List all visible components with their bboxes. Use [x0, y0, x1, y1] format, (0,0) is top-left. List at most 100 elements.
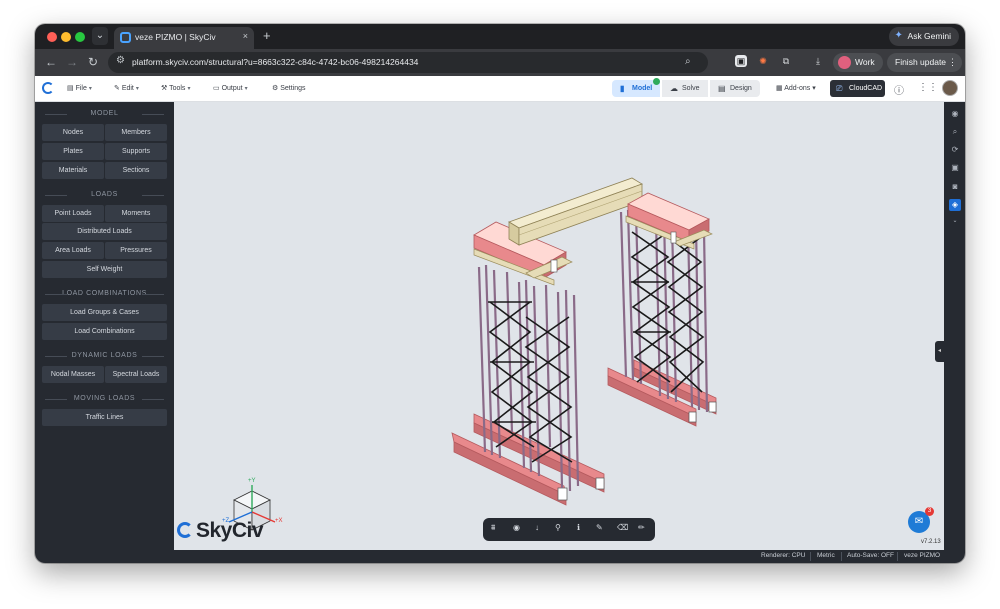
profile-label: Work [855, 57, 875, 67]
tab-search-chevron-icon[interactable]: ⌄ [92, 27, 108, 45]
self-weight-button[interactable]: Self Weight [42, 261, 167, 278]
section-dynamic-loads: DYNAMIC LOADS [35, 352, 174, 359]
skyciv-favicon-icon [120, 32, 131, 43]
menu-tools[interactable]: ⚒ Tools ▾ [161, 84, 190, 92]
extension-2-icon[interactable]: ✺ [757, 55, 769, 67]
url-text[interactable]: platform.skyciv.com/structural?u=8663c32… [132, 57, 418, 67]
skyciv-logo-icon[interactable] [42, 82, 54, 94]
project-name: veze PIZMO [904, 552, 941, 559]
pressures-button[interactable]: Pressures [105, 242, 167, 259]
units-status[interactable]: Metric [817, 552, 835, 559]
model-viewport[interactable]: +Y +X +Z SkyCiv ⩩ ◉ ↓ ⚲ ℹ ✎ ⌫ ✏ ✉ 3 ◂ v7… [174, 102, 944, 550]
left-footings [451, 413, 605, 506]
addons-label: Add-ons [784, 85, 811, 92]
gemini-sparkle-icon: ✦ [894, 30, 903, 41]
load-groups-button[interactable]: Load Groups & Cases [42, 304, 167, 321]
pin-icon[interactable]: ⚲ [555, 523, 561, 532]
cloudcad-button[interactable]: ⎚ CloudCAD [830, 80, 885, 97]
arrow-left-icon[interactable]: ← [45, 55, 57, 69]
tab-model[interactable]: ▮ Model [612, 78, 660, 97]
menu-edit[interactable]: ✎ Edit ▾ [114, 84, 139, 92]
chat-icon: ✉ [914, 516, 924, 527]
nodes-button[interactable]: Nodes [42, 124, 104, 141]
sections-button[interactable]: Sections [105, 162, 167, 179]
eraser-icon[interactable]: ⌫ [617, 523, 628, 532]
members-button[interactable]: Members [105, 124, 167, 141]
site-settings-icon[interactable]: ⚙ [116, 55, 125, 66]
load-combinations-button[interactable]: Load Combinations [42, 323, 167, 340]
cube-view-icon[interactable]: ◈ [949, 199, 961, 211]
skyciv-logo-mark-icon [177, 522, 193, 538]
axis-x-label: +X [275, 518, 283, 524]
arrow-right-icon[interactable]: → [66, 55, 78, 69]
collapse-panel-tab[interactable]: ◂ [935, 341, 944, 362]
minimize-window-button[interactable] [61, 32, 71, 42]
status-divider [897, 552, 898, 561]
chat-button[interactable]: ✉ 3 [908, 507, 934, 533]
status-bar: Renderer: CPU Metric Auto-Save: OFF veze… [35, 550, 965, 563]
plates-button[interactable]: Plates [42, 143, 104, 160]
user-avatar[interactable] [942, 80, 958, 96]
reload-icon[interactable]: ↻ [88, 55, 98, 69]
right-cap-beams [625, 192, 713, 250]
renderer-status: Renderer: CPU [761, 552, 806, 559]
browser-tab[interactable]: veze PIZMO | SkyCiv × [114, 27, 254, 49]
cloudcad-label: CloudCAD [849, 85, 883, 92]
puzzle-icon[interactable]: ⧉ [780, 55, 792, 67]
left-panel: MODEL Nodes Members Plates Supports Mate… [35, 102, 174, 550]
structure-view-icon[interactable]: ⩩ [491, 523, 495, 533]
version-label: v7.2.13 [921, 539, 941, 545]
menu-output[interactable]: ▭ Output ▾ [213, 84, 248, 92]
finish-update-button[interactable]: Finish update ⋮ [887, 53, 963, 72]
tab-model-label: Model [632, 85, 653, 92]
screenshot-icon[interactable]: ◙ [949, 181, 961, 193]
supports-button[interactable]: Supports [105, 143, 167, 160]
profile-button[interactable]: Work [833, 53, 883, 72]
section-loads: LOADS [35, 191, 174, 198]
traffic-lines-button[interactable]: Traffic Lines [42, 409, 167, 426]
model-check-icon [653, 78, 660, 85]
point-loads-button[interactable]: Point Loads [42, 205, 104, 222]
finish-update-label: Finish update [895, 57, 947, 67]
addons-menu[interactable]: ▦ Add-ons ▾ [776, 84, 816, 92]
structure-model[interactable]: +Y +X +Z [174, 102, 944, 550]
materials-button[interactable]: Materials [42, 162, 104, 179]
autosave-status[interactable]: Auto-Save: OFF [847, 552, 894, 559]
extension-1-icon[interactable]: ▣ [735, 55, 747, 67]
camera-icon[interactable]: ▣ [949, 162, 961, 174]
download-icon[interactable]: ⤓ [812, 55, 824, 67]
tab-solve[interactable]: ☁ Solve [662, 80, 708, 97]
close-window-button[interactable] [47, 32, 57, 42]
new-tab-button[interactable]: + [263, 28, 271, 43]
search-icon[interactable]: ⌕ [949, 126, 961, 138]
tab-close-icon[interactable]: × [243, 31, 248, 41]
zoom-icon[interactable]: ⌕ [685, 56, 691, 67]
tab-solve-label: Solve [682, 85, 700, 92]
spectral-loads-button[interactable]: Spectral Loads [105, 366, 167, 383]
maximize-window-button[interactable] [75, 32, 85, 42]
pen-icon[interactable]: ✎ [596, 523, 603, 532]
address-bar[interactable]: ⚙ platform.skyciv.com/structural?u=8663c… [108, 52, 748, 73]
visibility-icon[interactable]: ◉ [949, 108, 961, 120]
nodal-masses-button[interactable]: Nodal Masses [42, 366, 104, 383]
pencil-icon[interactable]: ✏ [638, 523, 645, 532]
help-icon[interactable]: ⓘ [894, 82, 904, 97]
distributed-loads-button[interactable]: Distributed Loads [42, 223, 167, 240]
arrow-down-icon[interactable]: ↓ [535, 523, 539, 532]
brand-text: SkyCiv [196, 519, 264, 542]
section-load-combinations: LOAD COMBINATIONS [35, 290, 174, 297]
menu-tools-label: Tools [169, 85, 186, 92]
ask-gemini-button[interactable]: ✦ Ask Gemini [888, 27, 959, 46]
eye-icon[interactable]: ◉ [513, 523, 520, 532]
more-menu-icon[interactable]: ⋮ [948, 53, 957, 72]
rotate-icon[interactable]: ⟳ [949, 144, 961, 156]
grid-icon[interactable]: ⋮⋮ [918, 82, 938, 93]
document-icon: ▤ [718, 84, 726, 93]
chevron-down-icon[interactable]: ⌄ [949, 215, 961, 227]
area-loads-button[interactable]: Area Loads [42, 242, 104, 259]
moments-button[interactable]: Moments [105, 205, 167, 222]
info-icon[interactable]: ℹ [577, 523, 580, 532]
menu-file[interactable]: ▤ File ▾ [67, 84, 92, 92]
tab-design[interactable]: ▤ Design [710, 80, 760, 97]
menu-settings[interactable]: ⚙ Settings [272, 84, 306, 92]
